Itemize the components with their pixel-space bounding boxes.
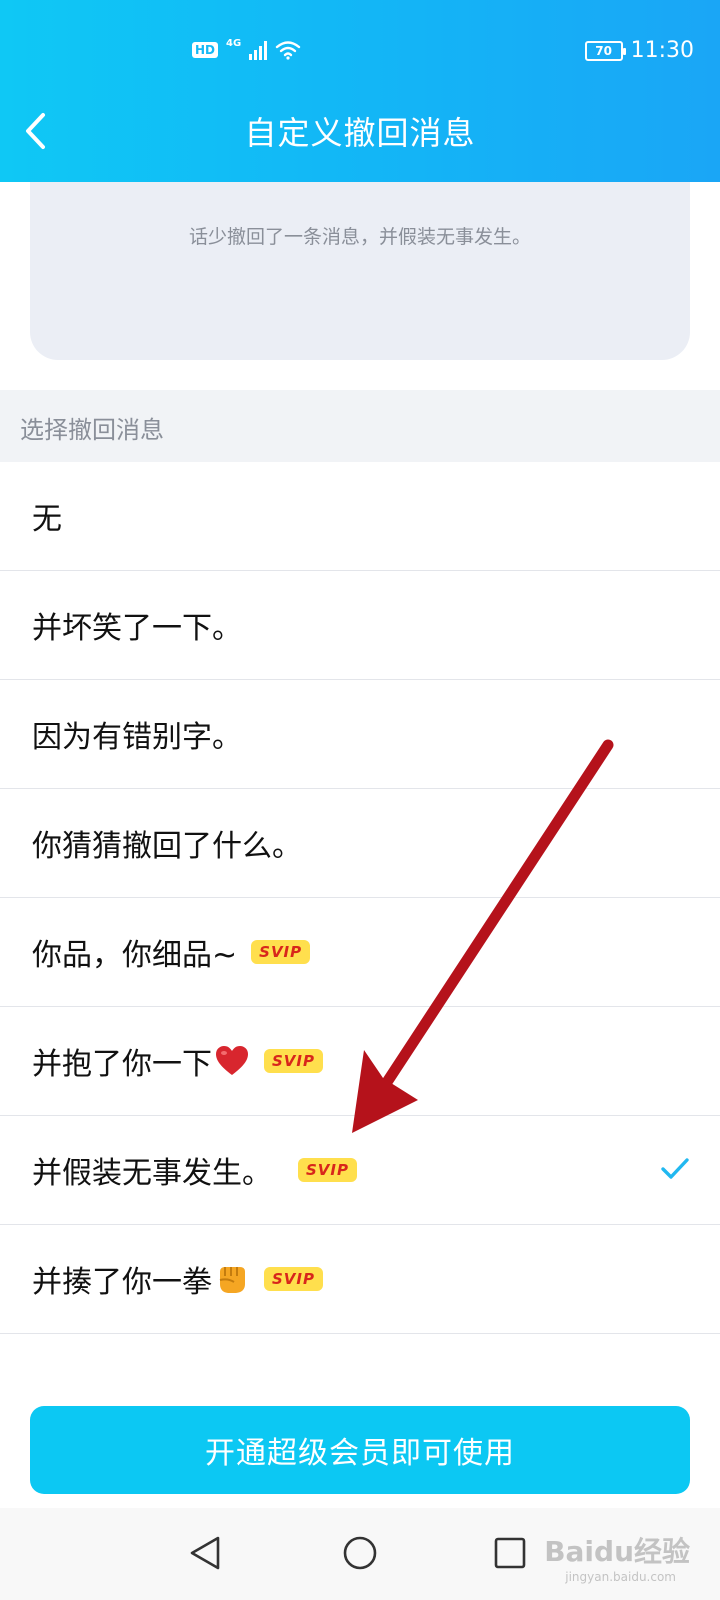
home-circle-icon	[343, 1536, 377, 1570]
heart-icon	[216, 1046, 248, 1075]
option-hug[interactable]: 并抱了你一下 SVIP	[0, 1007, 720, 1116]
option-savor[interactable]: 你品，你细品~ SVIP	[0, 898, 720, 1007]
option-label: 并揍了你一拳	[32, 1265, 212, 1300]
svip-badge: SVIP	[264, 1049, 323, 1073]
check-icon	[661, 1158, 689, 1179]
nav-recents-button[interactable]	[485, 1528, 535, 1578]
nav-back-button[interactable]	[180, 1528, 230, 1578]
status-icons: HD 4G	[192, 37, 301, 60]
preview-card: 话少撤回了一条消息，并假装无事发生。	[30, 182, 690, 360]
recents-square-icon	[494, 1537, 526, 1569]
battery-icon: 70	[584, 40, 626, 61]
signal-icon	[249, 40, 268, 60]
option-label: 你品，你细品~	[32, 938, 238, 973]
watermark-logo: Baidu经验	[544, 1535, 690, 1568]
svip-badge: SVIP	[264, 1267, 323, 1291]
option-label: 你猜猜撤回了什么。	[32, 829, 302, 864]
watermark-url: jingyan.baidu.com	[565, 1570, 676, 1584]
svip-badge: SVIP	[298, 1158, 357, 1182]
open-svip-button[interactable]: 开通超级会员即可使用	[30, 1406, 690, 1494]
section-label: 选择撤回消息	[20, 416, 164, 444]
option-partial[interactable]	[0, 1334, 720, 1380]
network-type-label: 4G	[226, 37, 242, 49]
hd-icon: HD	[192, 42, 219, 58]
option-label: 因为有错别字。	[32, 720, 242, 755]
status-right: 70 11:30	[584, 38, 694, 63]
option-typo[interactable]: 因为有错别字。	[0, 680, 720, 789]
option-label: 并坏笑了一下。	[32, 611, 242, 646]
nav-home-button[interactable]	[335, 1528, 385, 1578]
option-label: 无	[32, 502, 62, 537]
page-title: 自定义撤回消息	[244, 114, 476, 152]
option-label: 并假装无事发生。	[32, 1156, 272, 1191]
option-punch[interactable]: 并揍了你一拳 SVIP	[0, 1225, 720, 1334]
fist-icon	[219, 1267, 245, 1293]
app-header: HD 4G 70 11:30 自定义撤回消息	[0, 0, 720, 182]
section-header: 选择撤回消息	[0, 390, 720, 462]
option-guess[interactable]: 你猜猜撤回了什么。	[0, 789, 720, 898]
option-pretend[interactable]: 并假装无事发生。 SVIP	[0, 1116, 720, 1225]
option-smirk[interactable]: 并坏笑了一下。	[0, 571, 720, 680]
option-label: 并抱了你一下	[32, 1047, 212, 1082]
option-none[interactable]: 无	[0, 462, 720, 571]
recall-options-list: 无 并坏笑了一下。 因为有错别字。 你猜猜撤回了什么。 你品，你细品~ SVIP…	[0, 462, 720, 1380]
preview-text: 话少撤回了一条消息，并假装无事发生。	[188, 226, 531, 248]
wifi-icon	[275, 41, 301, 60]
clock: 11:30	[630, 38, 694, 63]
back-triangle-icon	[190, 1536, 220, 1570]
svip-badge: SVIP	[251, 940, 311, 964]
bottom-area: 开通超级会员即可使用 Baidu经验 jingyan.baidu.com	[0, 1380, 720, 1600]
status-bar: HD 4G 70 11:30	[0, 0, 720, 100]
